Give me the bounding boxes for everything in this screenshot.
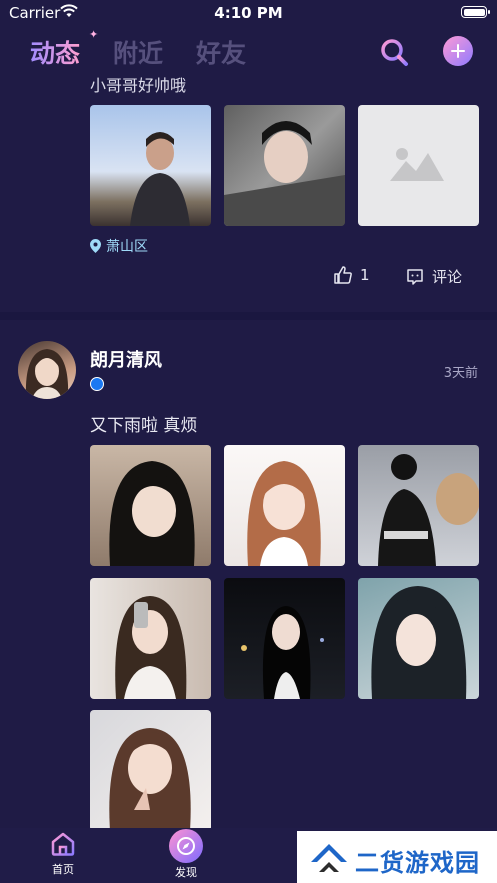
post-photo[interactable] bbox=[358, 578, 479, 699]
location-pin-icon bbox=[90, 239, 101, 253]
clock: 4:10 PM bbox=[214, 4, 283, 22]
post-time: 3天前 bbox=[443, 366, 478, 381]
avatar[interactable] bbox=[18, 341, 76, 399]
feed[interactable]: 小哥哥好帅哦 萧山区 1 评论 朗月清风 3天前 又下雨啦 真烦 bbox=[0, 76, 497, 828]
location-label: 萧山区 bbox=[106, 239, 148, 255]
status-bar: Carrier 4:10 PM bbox=[0, 0, 497, 26]
top-nav: 动态 ✦ 附近 好友 bbox=[0, 26, 497, 76]
tab-nearby[interactable]: 附近 bbox=[113, 34, 163, 70]
post-photo[interactable] bbox=[224, 445, 345, 566]
watermark-text: 二货游戏园 bbox=[355, 849, 480, 877]
post-photo[interactable] bbox=[90, 710, 211, 828]
post-text: 又下雨啦 真烦 bbox=[90, 416, 198, 436]
username[interactable]: 朗月清风 bbox=[90, 346, 162, 372]
post-photo[interactable] bbox=[90, 445, 211, 566]
post-divider bbox=[0, 312, 497, 320]
like-count: 1 bbox=[360, 266, 370, 284]
search-icon[interactable] bbox=[378, 36, 410, 68]
add-post-button[interactable] bbox=[443, 36, 473, 66]
post-location: 萧山区 bbox=[90, 236, 148, 256]
image-placeholder[interactable] bbox=[358, 105, 479, 226]
watermark: 二货游戏园 bbox=[297, 831, 497, 883]
tab-discover-label: 发现 bbox=[175, 866, 197, 879]
comment-button[interactable]: 评论 bbox=[406, 266, 462, 287]
comment-label: 评论 bbox=[432, 268, 463, 286]
like-button[interactable]: 1 bbox=[334, 266, 370, 284]
tab-moments[interactable]: 动态 bbox=[30, 34, 80, 70]
tab-friends[interactable]: 好友 bbox=[196, 34, 246, 70]
post-photo[interactable] bbox=[90, 105, 211, 226]
home-icon bbox=[51, 832, 75, 856]
battery-icon bbox=[461, 6, 490, 18]
post-photo[interactable] bbox=[224, 578, 345, 699]
compass-icon bbox=[169, 829, 203, 863]
post-photo[interactable] bbox=[358, 445, 479, 566]
tab-discover[interactable]: 发现 bbox=[166, 828, 206, 880]
verified-badge-icon bbox=[90, 377, 104, 391]
sparkle-icon: ✦ bbox=[89, 28, 99, 41]
post-text: 小哥哥好帅哦 bbox=[90, 76, 187, 95]
post-photo[interactable] bbox=[224, 105, 345, 226]
tab-home[interactable]: 首页 bbox=[45, 832, 81, 877]
watermark-logo-icon bbox=[311, 844, 347, 872]
post-photo[interactable] bbox=[90, 578, 211, 699]
tab-home-label: 首页 bbox=[52, 863, 74, 876]
image-placeholder-icon bbox=[390, 148, 444, 181]
thumbs-up-icon bbox=[334, 266, 352, 284]
comment-icon bbox=[407, 269, 423, 285]
